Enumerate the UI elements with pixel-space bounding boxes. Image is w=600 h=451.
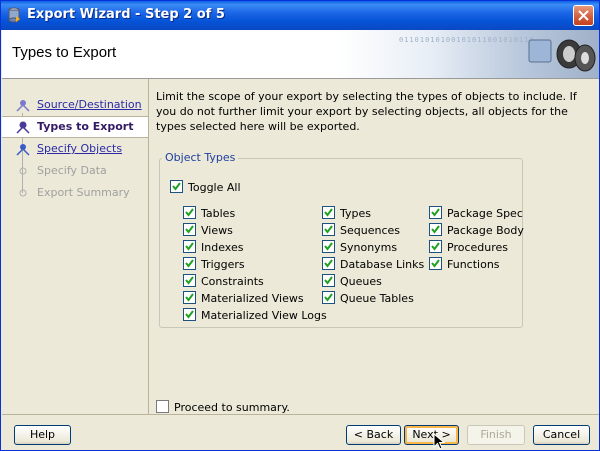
checkmark-icon (324, 259, 333, 268)
checkbox-procedures[interactable]: Procedures (429, 240, 508, 254)
checkbox-label: Procedures (447, 241, 508, 254)
description-text: Limit the scope of your export by select… (156, 90, 577, 133)
checkmark-icon (185, 225, 194, 234)
page-title: Types to Export (12, 44, 117, 61)
help-button[interactable]: Help (14, 425, 71, 445)
checkbox-label: Queues (340, 275, 382, 288)
step-disabled-icon (19, 167, 27, 175)
step-current-icon (16, 121, 30, 134)
checkbox-label: Views (201, 224, 233, 237)
checkmark-icon (185, 259, 194, 268)
checkbox-label: Package Spec (447, 207, 523, 220)
cancel-button[interactable]: Cancel (533, 425, 590, 445)
checkbox-queue-tables[interactable]: Queue Tables (322, 291, 414, 305)
checkbox-sequences[interactable]: Sequences (322, 223, 400, 237)
footer-divider (2, 414, 599, 415)
checkmark-icon (185, 276, 194, 285)
close-icon (578, 10, 589, 21)
step-source-destination[interactable]: Source/Destination (2, 95, 148, 115)
checkmark-icon (185, 242, 194, 251)
checkbox-label: Sequences (340, 224, 400, 237)
checkmark-icon (324, 225, 333, 234)
step-label: Export Summary (37, 186, 130, 199)
checkmark-icon (324, 276, 333, 285)
checkbox-label: Materialized View Logs (201, 309, 327, 322)
checkmark-icon (185, 293, 194, 302)
step-label: Specify Objects (37, 142, 123, 155)
header-banner: 01101010100101011001010110 (339, 30, 599, 78)
checkbox-label: Triggers (201, 258, 245, 271)
checkmark-icon (431, 225, 440, 234)
checkbox-views[interactable]: Views (183, 223, 233, 237)
step-label: Source/Destination (37, 98, 142, 111)
checkmark-icon (324, 208, 333, 217)
checkbox-label: Synonyms (340, 241, 398, 254)
export-wizard-window: Export Wizard - Step 2 of 5 Types to Exp… (0, 0, 600, 451)
mouse-pointer-icon (433, 433, 446, 450)
object-types-legend: Object Types (162, 151, 239, 164)
next-button[interactable]: Next > (404, 425, 459, 445)
wizard-header: Types to Export 011010101001010110010101… (2, 30, 599, 79)
checkbox-label: Functions (447, 258, 500, 271)
export-graphic-icon (528, 39, 596, 72)
checkbox-materialized-views[interactable]: Materialized Views (183, 291, 304, 305)
checkmark-icon (172, 182, 181, 191)
step-specify-data: Specify Data (2, 161, 148, 181)
step-complete-icon (16, 100, 30, 112)
checkmark-icon (324, 293, 333, 302)
step-specify-objects[interactable]: Specify Objects (2, 139, 148, 159)
checkbox-label: Proceed to summary. (174, 401, 290, 414)
step-export-summary: Export Summary (2, 183, 148, 203)
wizard-body: Source/Destination Types to Export Speci… (2, 79, 599, 414)
checkbox-label: Toggle All (188, 181, 241, 194)
checkbox-tables[interactable]: Tables (183, 206, 235, 220)
step-label: Specify Data (37, 164, 107, 177)
steps-sidebar: Source/Destination Types to Export Speci… (2, 79, 149, 414)
checkmark-icon (431, 259, 440, 268)
checkbox-constraints[interactable]: Constraints (183, 274, 264, 288)
checkbox-label: Database Links (340, 258, 425, 271)
checkbox-label: Types (340, 207, 371, 220)
checkbox-label: Tables (201, 207, 236, 220)
checkmark-icon (431, 208, 440, 217)
checkmark-icon (324, 242, 333, 251)
checkbox-label: Queue Tables (340, 292, 414, 305)
checkbox-database-links[interactable]: Database Links (322, 257, 424, 271)
checkbox-types[interactable]: Types (322, 206, 371, 220)
close-button[interactable] (573, 5, 594, 26)
step-types-to-export[interactable]: Types to Export (2, 116, 148, 138)
finish-button: Finish (467, 425, 525, 445)
step-disabled-icon (19, 189, 27, 197)
checkbox-package-body[interactable]: Package Body (429, 223, 524, 237)
checkmark-icon (185, 310, 194, 319)
checkbox-indexes[interactable]: Indexes (183, 240, 243, 254)
checkmark-icon (185, 208, 194, 217)
checkbox-label: Package Body (447, 224, 524, 237)
title-bar[interactable]: Export Wizard - Step 2 of 5 (1, 1, 599, 30)
checkbox-queues[interactable]: Queues (322, 274, 382, 288)
step-label: Types to Export (37, 120, 134, 133)
checkbox-triggers[interactable]: Triggers (183, 257, 245, 271)
checkbox-materialized-view-logs[interactable]: Materialized View Logs (183, 308, 327, 322)
checkbox-package-spec[interactable]: Package Spec (429, 206, 523, 220)
window-title: Export Wizard - Step 2 of 5 (27, 7, 225, 22)
checkbox-label: Constraints (201, 275, 264, 288)
step-available-icon (16, 144, 30, 156)
app-icon (7, 7, 21, 23)
checkbox-synonyms[interactable]: Synonyms (322, 240, 397, 254)
checkmark-icon (431, 242, 440, 251)
proceed-to-summary-checkbox[interactable]: Proceed to summary. (156, 400, 290, 414)
toggle-all-checkbox[interactable]: Toggle All (170, 180, 241, 194)
checkbox-label: Materialized Views (201, 292, 304, 305)
checkbox-label: Indexes (201, 241, 244, 254)
checkbox-functions[interactable]: Functions (429, 257, 500, 271)
back-button[interactable]: < Back (346, 425, 401, 445)
